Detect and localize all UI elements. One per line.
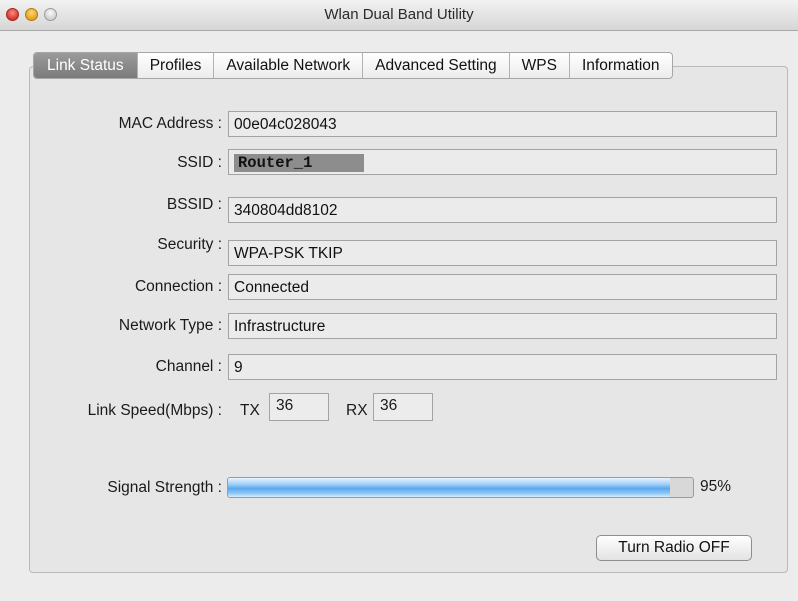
rx-speed-field: 36 <box>373 393 433 421</box>
app-window: Wlan Dual Band Utility Link Status Profi… <box>0 0 798 601</box>
title-bar: Wlan Dual Band Utility <box>0 0 798 31</box>
channel-field: 9 <box>228 354 777 380</box>
ssid-field: Router_1 <box>228 149 777 175</box>
tab-advanced-setting[interactable]: Advanced Setting <box>362 53 509 78</box>
tab-information[interactable]: Information <box>568 53 672 78</box>
signal-strength-fill <box>228 478 670 497</box>
rx-label: RX <box>346 402 368 419</box>
security-label: Security : <box>157 236 222 253</box>
bssid-label: BSSID : <box>166 196 222 213</box>
tab-wps[interactable]: WPS <box>508 53 569 78</box>
tab-bar: Link Status Profiles Available Network A… <box>33 52 673 79</box>
window-title: Wlan Dual Band Utility <box>324 6 474 23</box>
turn-radio-off-button[interactable]: Turn Radio OFF <box>596 535 752 561</box>
signal-strength-percent: 95% <box>700 478 732 495</box>
tab-available-network[interactable]: Available Network <box>213 53 362 78</box>
ssid-value: Router_1 <box>234 154 364 172</box>
mac-address-field: 00e04c028043 <box>228 111 777 137</box>
bssid-field: 340804dd8102 <box>228 197 777 223</box>
mac-address-label: MAC Address : <box>118 115 222 132</box>
network-type-field: Infrastructure <box>228 313 777 339</box>
link-speed-label: Link Speed(Mbps) : <box>87 402 222 419</box>
tab-link-status[interactable]: Link Status <box>34 53 137 78</box>
ssid-label: SSID : <box>177 154 222 171</box>
network-type-label: Network Type : <box>118 317 222 334</box>
tab-profiles[interactable]: Profiles <box>136 53 214 78</box>
connection-field: Connected <box>228 274 777 300</box>
security-field: WPA-PSK TKIP <box>228 240 777 266</box>
tx-speed-field: 36 <box>269 393 329 421</box>
signal-strength-bar <box>227 477 694 498</box>
channel-label: Channel : <box>155 358 222 375</box>
connection-label: Connection : <box>134 278 222 295</box>
signal-strength-label: Signal Strength : <box>107 479 222 496</box>
tx-label: TX <box>240 402 260 419</box>
